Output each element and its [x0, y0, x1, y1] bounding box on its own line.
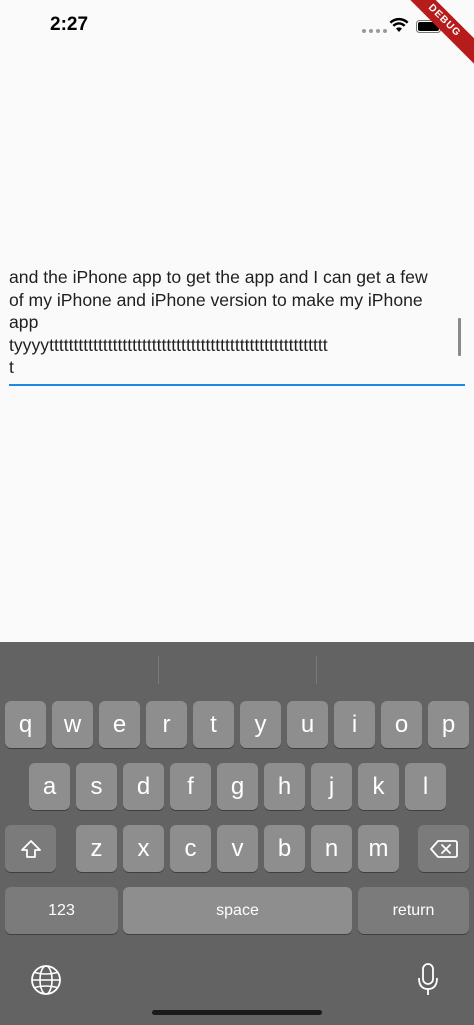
space-key[interactable]: space [123, 887, 352, 934]
signal-icon [362, 29, 387, 33]
key-g[interactable]: g [217, 763, 258, 810]
key-c[interactable]: c [170, 825, 211, 872]
key-h[interactable]: h [264, 763, 305, 810]
scroll-indicator[interactable] [458, 318, 461, 356]
key-n[interactable]: n [311, 825, 352, 872]
key-r[interactable]: r [146, 701, 187, 748]
delete-icon [429, 839, 458, 858]
return-key[interactable]: return [358, 887, 469, 934]
key-b[interactable]: b [264, 825, 305, 872]
home-indicator[interactable] [152, 1010, 322, 1015]
key-d[interactable]: d [123, 763, 164, 810]
key-t[interactable]: t [193, 701, 234, 748]
keyboard: q w e r t y u i o p a s d f g h j k l z … [0, 642, 474, 1025]
key-p[interactable]: p [428, 701, 469, 748]
shift-icon [20, 839, 41, 858]
key-w[interactable]: w [52, 701, 93, 748]
numbers-key[interactable]: 123 [5, 887, 118, 934]
delete-key[interactable] [418, 825, 469, 872]
text-line: and the iPhone app to get the app and I … [9, 267, 428, 287]
key-k[interactable]: k [358, 763, 399, 810]
key-x[interactable]: x [123, 825, 164, 872]
text-line: t [9, 357, 14, 377]
key-i[interactable]: i [334, 701, 375, 748]
key-j[interactable]: j [311, 763, 352, 810]
predictive-divider [158, 656, 159, 684]
key-s[interactable]: s [76, 763, 117, 810]
status-bar: 2:27 DEBUG [0, 0, 474, 70]
key-q[interactable]: q [5, 701, 46, 748]
key-a[interactable]: a [29, 763, 70, 810]
text-input-underline [9, 384, 465, 386]
key-e[interactable]: e [99, 701, 140, 748]
debug-banner: DEBUG [395, 0, 474, 70]
wifi-icon [389, 17, 409, 32]
key-m[interactable]: m [358, 825, 399, 872]
key-o[interactable]: o [381, 701, 422, 748]
predictive-text-bar[interactable] [0, 642, 474, 696]
key-l[interactable]: l [405, 763, 446, 810]
key-u[interactable]: u [287, 701, 328, 748]
predictive-divider [316, 656, 317, 684]
mic-icon[interactable] [416, 962, 440, 998]
shift-key[interactable] [5, 825, 56, 872]
text-line: of my iPhone and iPhone version to make … [9, 289, 423, 310]
text-input-value[interactable]: and the iPhone app to get the app and I … [9, 266, 465, 379]
status-time: 2:27 [50, 14, 89, 35]
key-v[interactable]: v [217, 825, 258, 872]
text-line: tyyyyttttttttttttttttttttttttttttttttttt… [9, 334, 328, 355]
key-f[interactable]: f [170, 763, 211, 810]
text-line: app [9, 312, 39, 332]
text-input[interactable]: and the iPhone app to get the app and I … [9, 266, 465, 386]
key-z[interactable]: z [76, 825, 117, 872]
key-y[interactable]: y [240, 701, 281, 748]
globe-icon[interactable] [29, 963, 63, 997]
